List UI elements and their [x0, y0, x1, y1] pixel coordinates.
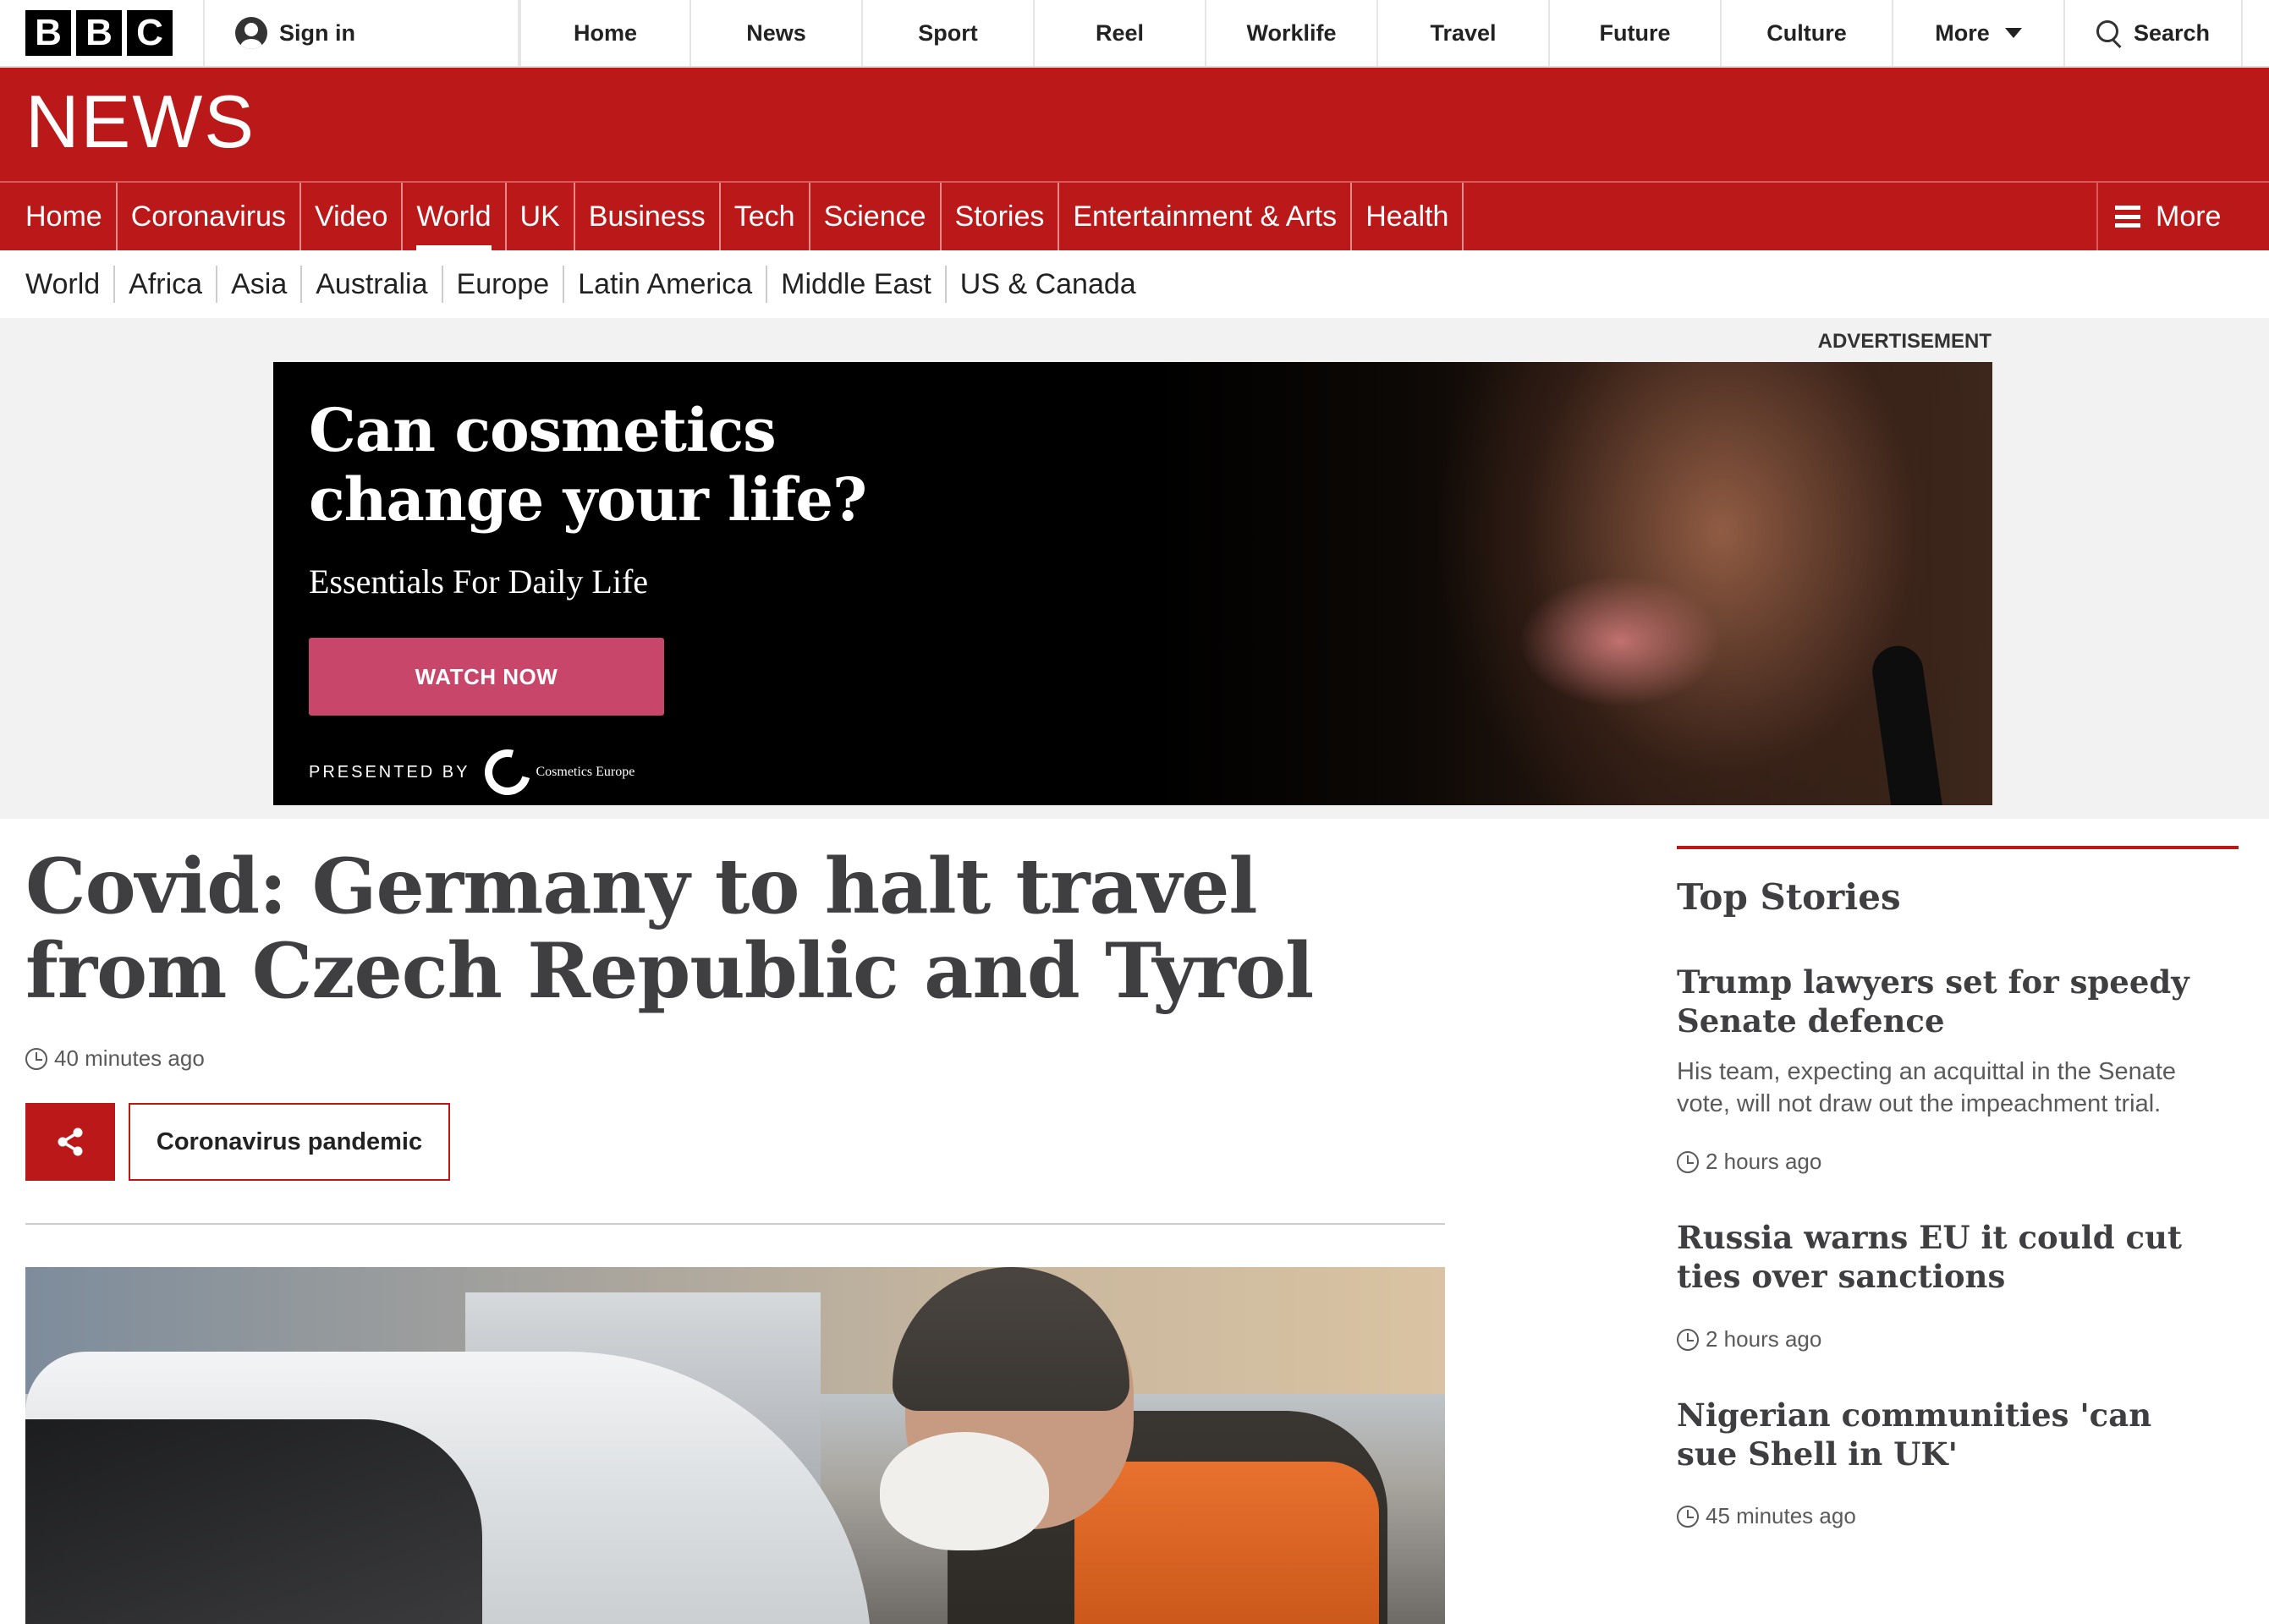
section-nav-home[interactable]: Home: [0, 183, 118, 250]
section-nav-stories[interactable]: Stories: [942, 183, 1060, 250]
image-face-mask: [880, 1432, 1049, 1550]
image-car-window: [25, 1419, 482, 1624]
topic-tag-button[interactable]: Coronavirus pandemic: [129, 1103, 450, 1181]
section-nav-video[interactable]: Video: [301, 183, 404, 250]
sub-nav-asia[interactable]: Asia: [217, 266, 303, 303]
ad-subline: Essentials For Daily Life: [309, 562, 649, 601]
top-story-timestamp: 45 minutes ago: [1677, 1503, 1856, 1529]
user-icon: [235, 17, 267, 49]
top-stories-title: Top Stories: [1677, 876, 1901, 918]
section-nav-tech[interactable]: Tech: [721, 183, 810, 250]
clock-icon: [1677, 1505, 1699, 1528]
section-nav-science[interactable]: Science: [810, 183, 942, 250]
section-nav-health[interactable]: Health: [1352, 183, 1464, 250]
top-story-timestamp: 2 hours ago: [1677, 1326, 1821, 1352]
sponsor-logo-icon: [476, 741, 540, 804]
section-nav-more-label: More: [2156, 200, 2222, 233]
ad-image-lips: [1146, 362, 1992, 805]
top-story-time: 2 hours ago: [1706, 1326, 1822, 1352]
hamburger-icon: [2115, 206, 2140, 228]
advertisement-label: ADVERTISEMENT: [1817, 330, 1992, 353]
article-timestamp: 40 minutes ago: [25, 1045, 205, 1072]
section-nav-business[interactable]: Business: [575, 183, 721, 250]
section-nav-more-button[interactable]: More: [2096, 183, 2269, 250]
bbc-logo[interactable]: B B C: [0, 0, 205, 66]
sub-nav-australia[interactable]: Australia: [302, 266, 443, 303]
section-nav-world[interactable]: World: [403, 183, 507, 250]
search-label: Search: [2133, 19, 2211, 46]
sign-in-label: Sign in: [279, 19, 355, 46]
global-nav-worklife[interactable]: Worklife: [1206, 0, 1378, 66]
presented-by-label: PRESENTED BY: [309, 762, 470, 782]
article-timestamp-text: 40 minutes ago: [54, 1045, 205, 1071]
top-story-time: 2 hours ago: [1706, 1149, 1822, 1174]
sign-in-link[interactable]: Sign in: [205, 0, 519, 66]
search-icon: [2096, 20, 2122, 46]
ad-headline-line: Can cosmetics: [309, 395, 777, 465]
sub-nav-us-canada[interactable]: US & Canada: [947, 266, 1150, 303]
section-nav-uk[interactable]: UK: [507, 183, 575, 250]
advertisement-area: ADVERTISEMENT Can cosmetics change your …: [0, 318, 2269, 819]
search-button[interactable]: Search: [2065, 0, 2243, 66]
sub-nav-africa[interactable]: Africa: [115, 266, 218, 303]
section-nav-coronavirus[interactable]: Coronavirus: [118, 183, 302, 250]
share-button[interactable]: [25, 1103, 115, 1181]
bbc-logo-letter: B: [76, 10, 122, 56]
sub-nav-europe[interactable]: Europe: [443, 266, 565, 326]
sponsor-name: Cosmetics Europe: [536, 765, 635, 779]
image-hi-vis-vest: [1074, 1462, 1379, 1624]
global-nav-links: Home News Sport Reel Worklife Travel Fut…: [519, 0, 2065, 66]
watch-now-button[interactable]: WATCH NOW: [309, 638, 664, 716]
cosmetics-europe-logo: Cosmetics Europe: [476, 741, 635, 804]
section-nav-entertainment-arts[interactable]: Entertainment & Arts: [1059, 183, 1353, 250]
global-nav-sport[interactable]: Sport: [863, 0, 1035, 66]
ad-presented-by: PRESENTED BY Cosmetics Europe: [309, 741, 635, 804]
article-divider: [25, 1223, 1445, 1225]
global-nav-future[interactable]: Future: [1550, 0, 1722, 66]
top-stories-rule: [1677, 846, 2239, 849]
global-nav-culture[interactable]: Culture: [1722, 0, 1893, 66]
caret-down-icon: [2004, 28, 2022, 38]
global-nav-more-label: More: [1935, 19, 1990, 46]
section-nav: Home Coronavirus Video World UK Business…: [0, 181, 2269, 250]
top-story-summary: His team, expecting an acquittal in the …: [1677, 1058, 2177, 1117]
top-story-timestamp: 2 hours ago: [1677, 1149, 1821, 1175]
clock-icon: [1677, 1150, 1699, 1173]
news-masthead: NEWS: [0, 68, 2269, 181]
global-nav-bar: B B C Sign in Home News Sport Reel Workl…: [0, 0, 2269, 68]
news-logo[interactable]: NEWS: [25, 85, 255, 159]
top-story-headline[interactable]: Trump lawyers set for speedy Senate defe…: [1677, 963, 2218, 1040]
ad-headline: Can cosmetics change your life?: [309, 395, 867, 535]
sub-nav-middle-east[interactable]: Middle East: [767, 266, 947, 303]
top-story-headline[interactable]: Russia warns EU it could cut ties over s…: [1677, 1218, 2218, 1296]
top-story-time: 45 minutes ago: [1706, 1503, 1856, 1528]
article-headline: Covid: Germany to halt travel from Czech…: [25, 842, 1314, 1016]
global-nav-news[interactable]: News: [691, 0, 863, 66]
top-story-headline[interactable]: Nigerian communities 'can sue Shell in U…: [1677, 1396, 2218, 1473]
world-sub-nav: World Africa Asia Australia Europe Latin…: [0, 250, 2269, 326]
sub-nav-latin-america[interactable]: Latin America: [564, 266, 768, 303]
global-nav-more-button[interactable]: More: [1893, 0, 2065, 66]
sub-nav-world[interactable]: World: [0, 266, 116, 303]
global-nav-travel[interactable]: Travel: [1378, 0, 1550, 66]
advertisement-banner[interactable]: Can cosmetics change your life? Essentia…: [273, 362, 1992, 805]
clock-icon: [25, 1047, 47, 1070]
clock-icon: [1677, 1328, 1699, 1351]
global-nav-reel[interactable]: Reel: [1035, 0, 1206, 66]
global-nav-home[interactable]: Home: [519, 0, 691, 66]
bbc-logo-letter: B: [25, 10, 71, 56]
share-icon: [58, 1127, 83, 1156]
article-main-image: [25, 1267, 1445, 1624]
ad-headline-line: change your life?: [309, 464, 867, 535]
bbc-logo-letter: C: [127, 10, 173, 56]
